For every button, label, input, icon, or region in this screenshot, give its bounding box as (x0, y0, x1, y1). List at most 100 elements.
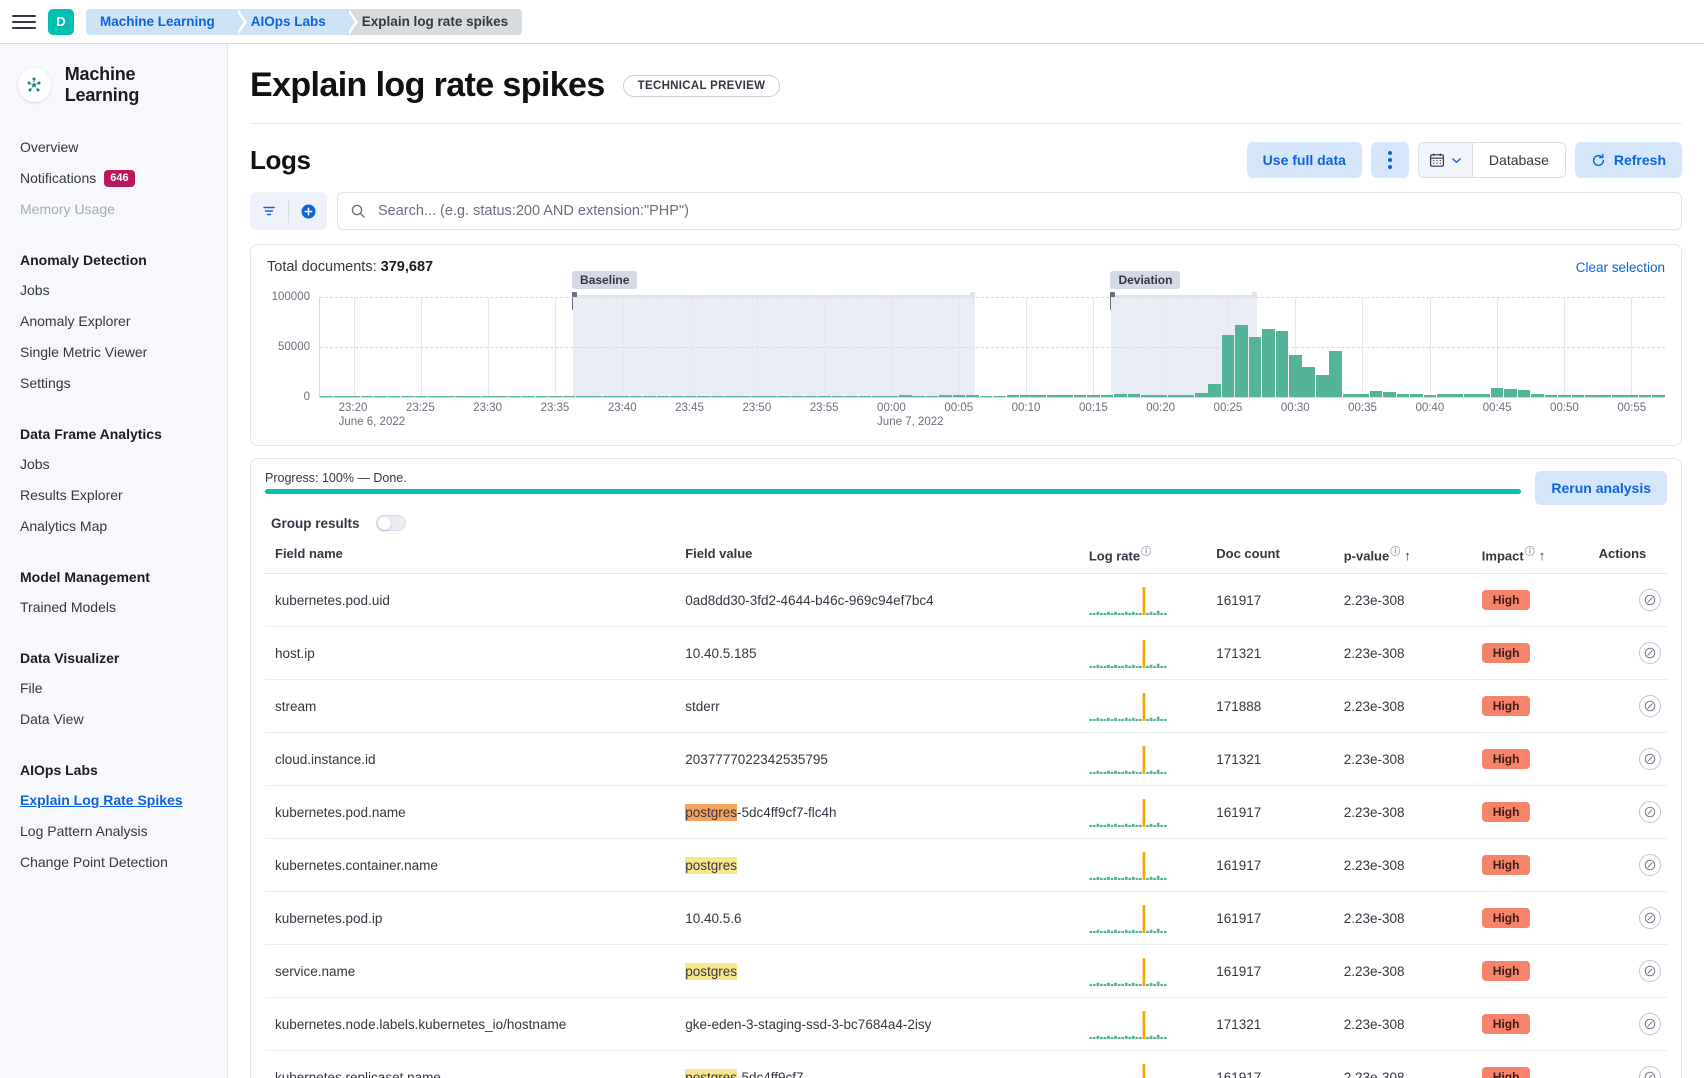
sort-ascending-icon[interactable]: ↑ (1404, 548, 1411, 563)
rerun-analysis-button[interactable]: Rerun analysis (1535, 471, 1667, 505)
sidebar-item-change-point-detection[interactable]: Change Point Detection (0, 847, 227, 878)
column-header-impact[interactable]: Impactⓘ↑ (1476, 537, 1593, 574)
table-row[interactable]: kubernetes.container.namepostgres1619172… (265, 839, 1667, 892)
table-row[interactable]: cloud.instance.id20377770223425357951713… (265, 733, 1667, 786)
cell-log-rate (1083, 574, 1210, 627)
toggle-knob (378, 517, 391, 530)
sidebar-item-memory-usage[interactable]: Memory Usage (0, 194, 227, 225)
sidebar-item-log-pattern-analysis[interactable]: Log Pattern Analysis (0, 816, 227, 847)
x-axis-tick-label: 00:15 (1079, 402, 1108, 414)
x-axis-tick-label: 00:50 (1550, 402, 1579, 414)
calendar-icon[interactable] (1419, 143, 1473, 177)
info-icon[interactable]: ⓘ (1390, 547, 1400, 558)
column-header-log-rate[interactable]: Log rateⓘ (1083, 537, 1210, 574)
table-row[interactable]: kubernetes.pod.namepostgres-5dc4ff9cf7-f… (265, 786, 1667, 839)
sidebar-item-trained-models[interactable]: Trained Models (0, 592, 227, 623)
sidebar-nav-list: Overview Notifications 646 Memory Usage … (0, 132, 227, 878)
info-icon[interactable]: ⓘ (1525, 547, 1535, 558)
cell-doc-count: 161917 (1210, 839, 1337, 892)
filter-icon[interactable] (250, 192, 288, 230)
hamburger-menu-icon[interactable] (12, 10, 36, 34)
add-filter-icon[interactable] (289, 192, 327, 230)
analyze-icon[interactable] (1639, 907, 1661, 929)
cell-actions (1593, 574, 1667, 627)
breadcrumb-item-aiops-labs[interactable]: AIOps Labs (235, 9, 346, 35)
cell-impact: High (1476, 892, 1593, 945)
analyze-icon[interactable] (1639, 695, 1661, 717)
breadcrumb-item-current[interactable]: Explain log rate spikes (346, 9, 522, 35)
chart-bar (1518, 390, 1531, 398)
sidebar-item-explain-log-rate-spikes[interactable]: Explain Log Rate Spikes (0, 785, 227, 816)
x-axis-tick-label: 23:55 (810, 402, 839, 414)
group-results-toggle[interactable] (376, 515, 406, 531)
info-icon[interactable]: ⓘ (1141, 547, 1151, 558)
column-header-field-value[interactable]: Field value (679, 537, 1083, 574)
table-header-row: Field name Field value Log rateⓘ Doc cou… (265, 537, 1667, 574)
analyze-icon[interactable] (1639, 1013, 1661, 1035)
column-header-p-value[interactable]: p-valueⓘ↑ (1338, 537, 1476, 574)
analyze-icon[interactable] (1639, 960, 1661, 982)
table-row[interactable]: service.namepostgres1619172.23e-308High (265, 945, 1667, 998)
analyze-icon[interactable] (1639, 589, 1661, 611)
sidebar-item-file[interactable]: File (0, 673, 227, 704)
status-badge: High (1482, 749, 1531, 769)
sidebar-item-data-view[interactable]: Data View (0, 704, 227, 735)
column-header-field-name[interactable]: Field name (265, 537, 679, 574)
clear-selection-link[interactable]: Clear selection (1576, 260, 1665, 275)
sidebar-item-settings[interactable]: Settings (0, 368, 227, 399)
search-row (250, 192, 1682, 230)
table-row[interactable]: streamstderr1718882.23e-308High (265, 680, 1667, 733)
cell-actions (1593, 1051, 1667, 1078)
search-input[interactable] (376, 202, 1669, 220)
cell-actions (1593, 786, 1667, 839)
cell-p-value: 2.23e-308 (1338, 892, 1476, 945)
more-options-icon[interactable] (1371, 142, 1409, 178)
sidebar-item-overview[interactable]: Overview (0, 132, 227, 163)
analyze-icon[interactable] (1639, 801, 1661, 823)
sort-ascending-icon[interactable]: ↑ (1539, 548, 1546, 563)
cell-doc-count: 171321 (1210, 627, 1337, 680)
sidebar-item-results-explorer[interactable]: Results Explorer (0, 480, 227, 511)
analyze-icon[interactable] (1639, 642, 1661, 664)
analyze-icon[interactable] (1639, 854, 1661, 876)
cell-field-value: postgres-5dc4ff9cf7-flc4h (679, 786, 1083, 839)
sidebar-title: Machine Learning (65, 64, 209, 106)
column-header-doc-count[interactable]: Doc count (1210, 537, 1337, 574)
x-axis-tick-label: 00:45 (1483, 402, 1512, 414)
sidebar-item-ad-jobs[interactable]: Jobs (0, 275, 227, 306)
sidebar-item-notifications[interactable]: Notifications 646 (0, 163, 227, 194)
sidebar-item-dfa-jobs[interactable]: Jobs (0, 449, 227, 480)
cell-log-rate (1083, 786, 1210, 839)
log-rate-chart[interactable]: Baseline Deviation 050000100000 23:20Jun… (267, 297, 1665, 437)
search-bar[interactable] (337, 192, 1682, 230)
sidebar-item-label: Settings (20, 373, 71, 394)
use-full-data-button[interactable]: Use full data (1247, 142, 1362, 178)
total-documents-label: Total documents: (267, 259, 377, 275)
table-row[interactable]: kubernetes.node.labels.kubernetes_io/hos… (265, 998, 1667, 1051)
table-row[interactable]: kubernetes.pod.ip10.40.5.61619172.23e-30… (265, 892, 1667, 945)
sidebar-item-label: Overview (20, 137, 78, 158)
date-source-label[interactable]: Database (1473, 152, 1565, 168)
log-rate-sparkline (1089, 797, 1167, 827)
x-axis: 23:20June 6, 202223:2523:3023:3523:4023:… (319, 397, 1665, 431)
chevron-down-icon (1451, 155, 1462, 166)
refresh-button[interactable]: Refresh (1575, 142, 1682, 178)
table-row[interactable]: host.ip10.40.5.1851713212.23e-308High (265, 627, 1667, 680)
cell-log-rate (1083, 733, 1210, 786)
analyze-icon[interactable] (1639, 748, 1661, 770)
cell-impact: High (1476, 786, 1593, 839)
sidebar-item-anomaly-explorer[interactable]: Anomaly Explorer (0, 306, 227, 337)
breadcrumb-item-machine-learning[interactable]: Machine Learning (86, 9, 235, 35)
analyze-icon[interactable] (1639, 1066, 1661, 1078)
x-axis-tick-label: 23:50 (742, 402, 771, 414)
table-row[interactable]: kubernetes.pod.uid0ad8dd30-3fd2-4644-b46… (265, 574, 1667, 627)
cell-field-name: kubernetes.node.labels.kubernetes_io/hos… (265, 998, 679, 1051)
sidebar-item-single-metric-viewer[interactable]: Single Metric Viewer (0, 337, 227, 368)
avatar[interactable]: D (48, 9, 74, 35)
cell-p-value: 2.23e-308 (1338, 786, 1476, 839)
sidebar-item-label: Jobs (20, 454, 50, 475)
status-badge: High (1482, 590, 1531, 610)
table-row[interactable]: kubernetes.replicaset.namepostgres-5dc4f… (265, 1051, 1667, 1078)
sidebar-item-analytics-map[interactable]: Analytics Map (0, 511, 227, 542)
x-axis-tick-label: 00:35 (1348, 402, 1377, 414)
